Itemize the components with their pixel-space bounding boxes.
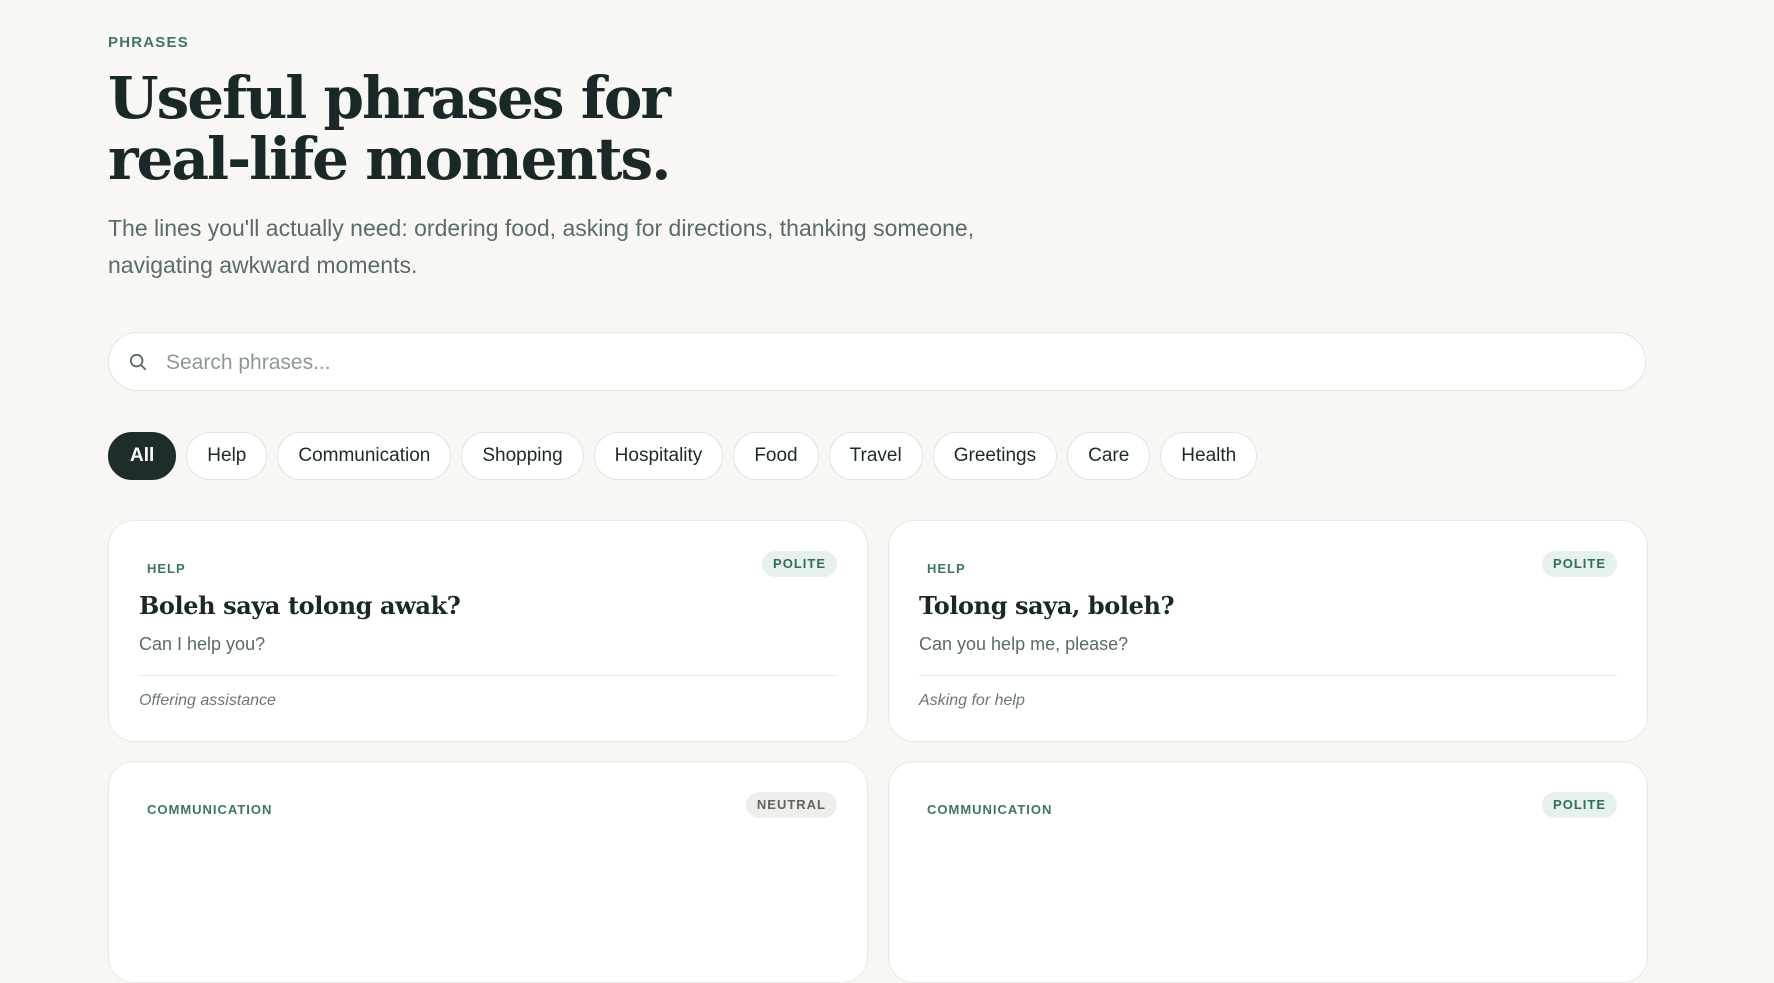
search-input[interactable] — [164, 333, 1608, 392]
phrase-translation: Can I help you? — [139, 634, 266, 654]
filter-chip-all[interactable]: All — [108, 432, 177, 480]
phrase-translation: Can you help me, please? — [919, 634, 1129, 654]
phrase-category: HELP — [927, 561, 966, 576]
filter-chip-care[interactable]: Care — [1067, 432, 1151, 480]
search-icon — [129, 353, 147, 371]
phrase-card[interactable]: HELP POLITE Tolong saya, boleh? Can you … — [888, 520, 1648, 742]
tone-badge: POLITE — [762, 551, 837, 577]
category-filter-chips: All Help Communication Shopping Hospital… — [108, 432, 1258, 480]
filter-chip-shopping[interactable]: Shopping — [461, 432, 584, 480]
phrase-card[interactable]: COMMUNICATION NEUTRAL — [108, 761, 868, 983]
section-eyebrow: PHRASES — [108, 34, 189, 51]
page-title: Useful phrases for real-life moments. — [108, 68, 908, 190]
filter-chip-greetings[interactable]: Greetings — [932, 432, 1058, 480]
tone-badge: NEUTRAL — [745, 792, 837, 818]
card-divider — [139, 675, 837, 676]
filter-chip-food[interactable]: Food — [733, 432, 819, 480]
phrase-text: Boleh saya tolong awak? — [139, 591, 461, 620]
phrase-context: Offering assistance — [139, 692, 276, 709]
tone-badge: POLITE — [1542, 792, 1617, 818]
page-subtitle: The lines you'll actually need: ordering… — [108, 215, 975, 278]
page-title-line-1: Useful phrases for — [108, 64, 671, 132]
page-title-line-2: real-life moments. — [108, 125, 671, 193]
card-divider — [919, 675, 1617, 676]
phrase-category: HELP — [147, 561, 186, 576]
filter-chip-communication[interactable]: Communication — [277, 432, 452, 480]
filter-chip-health[interactable]: Health — [1160, 432, 1258, 480]
filter-chip-hospitality[interactable]: Hospitality — [593, 432, 724, 480]
phrase-card[interactable]: COMMUNICATION POLITE — [888, 761, 1648, 983]
filter-chip-help[interactable]: Help — [186, 432, 268, 480]
phrase-category: COMMUNICATION — [147, 802, 273, 817]
filter-chip-travel[interactable]: Travel — [828, 432, 923, 480]
phrase-text: Tolong saya, boleh? — [919, 591, 1175, 620]
tone-badge: POLITE — [1542, 551, 1617, 577]
phrase-context: Asking for help — [919, 692, 1025, 709]
search-bar[interactable] — [108, 332, 1646, 392]
phrase-card[interactable]: HELP POLITE Boleh saya tolong awak? Can … — [108, 520, 868, 742]
phrase-category: COMMUNICATION — [927, 802, 1053, 817]
